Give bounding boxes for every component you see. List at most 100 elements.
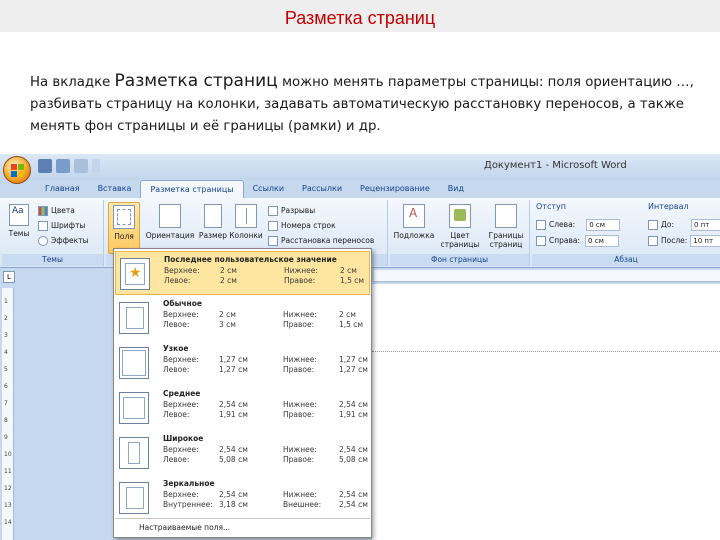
indent-right-icon xyxy=(536,235,546,246)
undo-icon[interactable] xyxy=(56,159,70,173)
margin-preview-icon xyxy=(119,482,149,514)
columns-button[interactable]: Колонки xyxy=(228,202,264,254)
line-numbers-button[interactable]: Номера строк xyxy=(268,219,336,232)
size-button[interactable]: Размер xyxy=(198,202,228,254)
watermark-icon: A xyxy=(403,204,425,228)
margin-value-right: 1,27 см xyxy=(339,365,368,374)
tab-page-layout[interactable]: Разметка страницы xyxy=(140,180,244,198)
columns-label: Колонки xyxy=(229,231,263,240)
margin-label-top: Верхнее: xyxy=(163,355,199,364)
margins-gallery: ★ Последнее пользовательское значение Верх… xyxy=(113,248,372,538)
document-page[interactable] xyxy=(372,284,720,540)
qat-dropdown-icon[interactable] xyxy=(92,159,100,173)
margin-option-name: Узкое xyxy=(163,344,189,353)
margin-value-right: 2,54 см xyxy=(339,500,368,509)
hyphenation-icon xyxy=(268,235,278,246)
page-margin-line xyxy=(372,351,720,352)
page-color-label: Цвет страницы xyxy=(440,231,480,249)
theme-colors-button[interactable]: Цвета xyxy=(38,204,75,217)
page-color-button[interactable]: Цвет страницы xyxy=(438,202,482,254)
ruler-number: 9 xyxy=(4,434,8,441)
horizontal-ruler[interactable] xyxy=(374,270,720,282)
margin-value-top: 2 см xyxy=(219,310,236,319)
star-icon: ★ xyxy=(129,265,142,281)
margin-value-top: 2,54 см xyxy=(219,445,248,454)
orientation-button[interactable]: Ориентация xyxy=(142,202,198,254)
theme-fonts-label: Шрифты xyxy=(51,221,86,230)
size-label: Размер xyxy=(198,231,228,240)
tab-selector[interactable]: L xyxy=(3,271,15,283)
spacing-title: Интервал xyxy=(648,202,689,211)
word-window: Документ1 - Microsoft Word Главная Встав… xyxy=(0,154,720,540)
margin-option[interactable]: Узкое Верхнее: 1,27 см Нижнее: 1,27 см Левое:… xyxy=(115,341,370,385)
margin-value-left: 3 см xyxy=(219,320,236,329)
ruler-number: 14 xyxy=(4,519,12,526)
indent-left-icon xyxy=(536,219,546,230)
ruler-number: 11 xyxy=(4,468,12,475)
indent-title: Отступ xyxy=(536,202,566,211)
theme-effects-label: Эффекты xyxy=(51,236,89,245)
indent-left-input[interactable]: 0 см xyxy=(586,218,621,231)
margin-value-top: 2 см xyxy=(220,266,237,275)
margin-value-right: 5,08 см xyxy=(339,455,368,464)
margin-preview-icon xyxy=(119,392,149,424)
line-numbers-icon xyxy=(268,220,278,231)
orientation-label: Ориентация xyxy=(145,231,195,240)
margin-label-top: Верхнее: xyxy=(163,310,199,319)
spacing-before-input[interactable]: 0 пт xyxy=(690,218,720,231)
margin-preview-icon xyxy=(119,302,149,334)
tab-mailings[interactable]: Рассылки xyxy=(293,180,351,198)
ruler-number: 6 xyxy=(4,383,8,390)
margin-option[interactable]: ★ Последнее пользовательское значение Верх… xyxy=(115,251,370,295)
breaks-button[interactable]: Разрывы xyxy=(268,204,315,217)
margin-option[interactable]: Широкое Верхнее: 2,54 см Нижнее: 2,54 см Лево… xyxy=(115,431,370,475)
ruler-number: 5 xyxy=(4,366,8,373)
margins-button[interactable]: Поля xyxy=(108,202,140,254)
margin-option[interactable]: Среднее Верхнее: 2,54 см Нижнее: 2,54 см Лево… xyxy=(115,386,370,430)
redo-icon[interactable] xyxy=(74,159,88,173)
breaks-icon xyxy=(268,205,278,216)
theme-fonts-button[interactable]: Шрифты xyxy=(38,219,85,232)
margin-value-bottom: 2,54 см xyxy=(339,400,368,409)
page-borders-button[interactable]: Границы страниц xyxy=(484,202,528,254)
ruler-number: 2 xyxy=(4,315,8,322)
margin-value-left: 2 см xyxy=(220,276,237,285)
margin-option[interactable]: Обычное Верхнее: 2 см Нижнее: 2 см Левое: 3 см… xyxy=(115,296,370,340)
themes-button[interactable]: Aa Темы xyxy=(5,202,33,254)
tab-home[interactable]: Главная xyxy=(36,180,89,198)
theme-effects-button[interactable]: Эффекты xyxy=(38,234,89,247)
themes-label: Темы xyxy=(8,229,30,238)
margin-label-left: Левое: xyxy=(164,276,191,285)
hyphenation-button[interactable]: Расстановка переносов xyxy=(268,234,374,247)
save-icon[interactable] xyxy=(38,159,52,173)
margin-value-top: 2,54 см xyxy=(219,490,248,499)
spacing-before-icon xyxy=(648,219,658,230)
ruler-number: 10 xyxy=(4,451,12,458)
spacing-after-input[interactable]: 10 пт xyxy=(690,234,720,247)
margin-label-left: Левое: xyxy=(163,410,190,419)
tab-insert[interactable]: Вставка xyxy=(89,180,141,198)
indent-right-input[interactable]: 0 см xyxy=(585,234,620,247)
margin-option[interactable]: Зеркальное Верхнее: 2,54 см Нижнее: 2,54 см В… xyxy=(115,476,370,520)
vertical-ruler[interactable]: 1 2 3 4 5 6 7 8 9 10 11 12 13 14 xyxy=(2,288,14,540)
tab-references[interactable]: Ссылки xyxy=(244,180,293,198)
ruler-number: 8 xyxy=(4,417,8,424)
effects-icon xyxy=(38,235,48,246)
margin-value-bottom: 1,27 см xyxy=(339,355,368,364)
watermark-button[interactable]: A Подложка xyxy=(392,202,436,254)
margin-value-left: 5,08 см xyxy=(219,455,248,464)
margin-label-bottom: Нижнее: xyxy=(284,266,318,275)
theme-colors-label: Цвета xyxy=(51,206,75,215)
office-button[interactable] xyxy=(3,156,31,184)
office-logo-icon xyxy=(11,164,24,177)
margin-value-left: 3,18 см xyxy=(219,500,248,509)
tab-view[interactable]: Вид xyxy=(439,180,473,198)
tab-review[interactable]: Рецензирование xyxy=(351,180,439,198)
margin-option-name: Среднее xyxy=(163,389,201,398)
slide-text-prefix: На вкладке xyxy=(30,75,111,90)
custom-margins-button[interactable]: Настраиваемые поля... xyxy=(115,518,370,536)
margin-option-name: Обычное xyxy=(163,299,202,308)
margin-label-left: Левое: xyxy=(163,455,190,464)
margin-label-bottom: Нижнее: xyxy=(283,310,317,319)
palette-icon xyxy=(38,205,48,216)
